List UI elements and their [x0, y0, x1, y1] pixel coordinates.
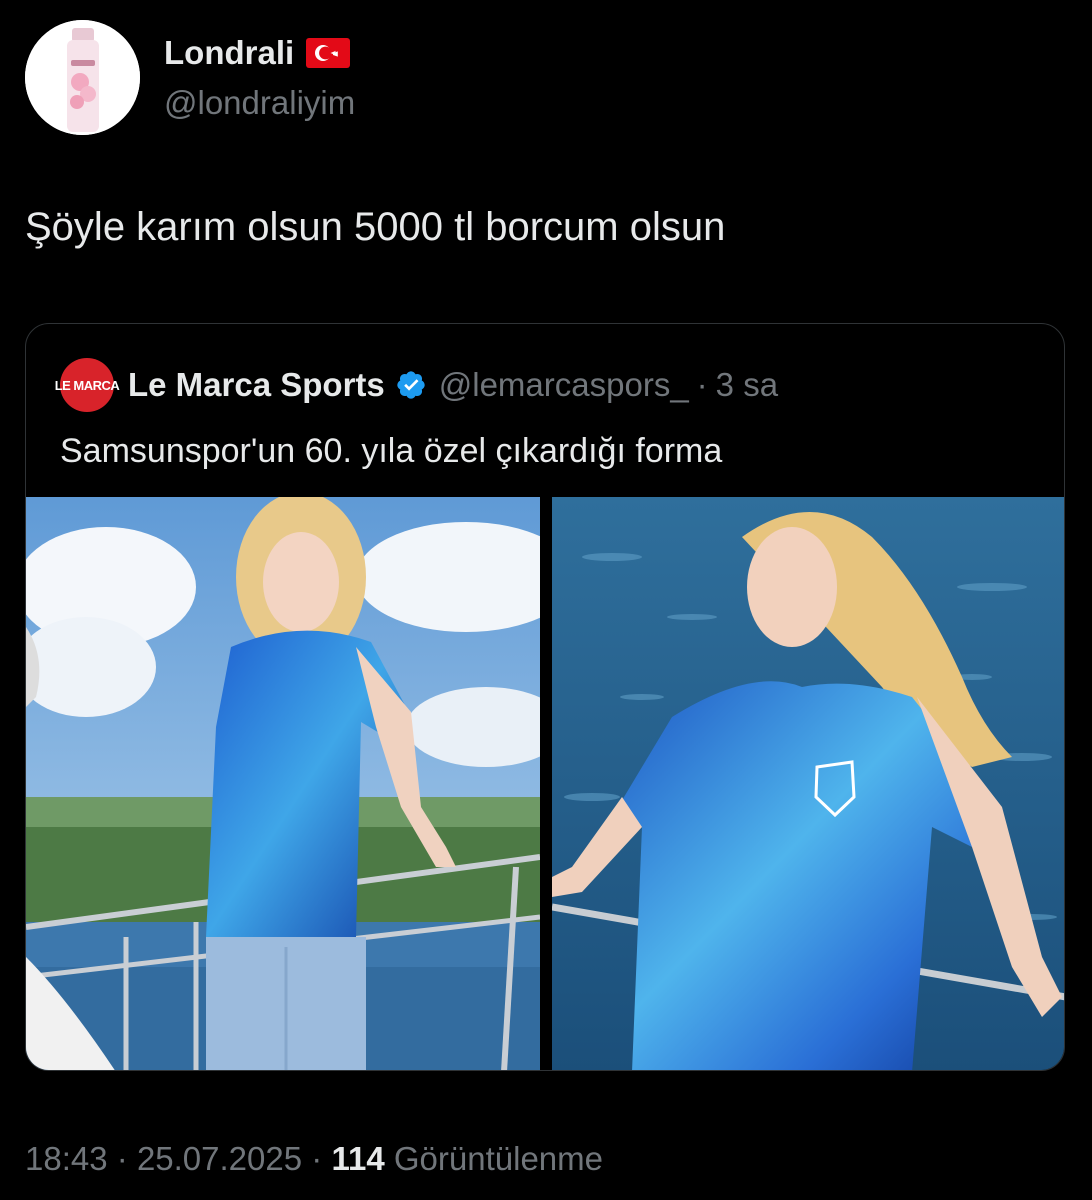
quoted-tweet-text: Samsunspor'un 60. yıla özel çıkardığı fo… — [60, 432, 723, 470]
tweet-meta: 18:43 · 25.07.2025 · 114 Görüntülenme — [25, 1140, 603, 1178]
le-marca-logo[interactable]: LE MARCA — [55, 358, 120, 412]
separator-dot: · — [696, 366, 708, 403]
photo-woman-jersey-sky — [26, 497, 540, 1070]
logo-text: LE MARCA — [54, 377, 120, 393]
quoted-tweet-time[interactable]: 3 sa — [716, 366, 778, 404]
separator-dot: · — [311, 1140, 323, 1177]
perfume-bottle-icon — [25, 20, 140, 135]
tweet-text: Şöyle karım olsun 5000 tl borcum olsun — [25, 205, 726, 249]
avatar[interactable] — [25, 20, 140, 135]
tweet-time[interactable]: 18:43 — [25, 1140, 108, 1177]
quoted-tweet-media — [26, 497, 1064, 1070]
author-name[interactable]: Londrali — [164, 34, 294, 72]
photo-1[interactable] — [26, 497, 540, 1070]
verified-badge-icon — [397, 371, 425, 399]
tweet-date[interactable]: 25.07.2025 — [137, 1140, 302, 1177]
views-count: 114 — [331, 1140, 385, 1177]
author-handle[interactable]: @londraliyim — [164, 84, 355, 122]
separator-dot: · — [116, 1140, 128, 1177]
quoted-tweet-header: LE MARCA Le Marca Sports @lemarcaspors_ … — [55, 358, 778, 412]
turkey-flag-icon — [306, 38, 351, 68]
quoted-author-name[interactable]: Le Marca Sports — [128, 366, 385, 404]
quoted-tweet[interactable]: LE MARCA Le Marca Sports @lemarcaspors_ … — [25, 323, 1065, 1071]
tweet-author: Londrali @londraliyim — [164, 34, 355, 122]
quoted-author-handle[interactable]: @lemarcaspors_ — [439, 366, 689, 404]
photo-2[interactable] — [552, 497, 1064, 1070]
photo-woman-jersey-sea — [552, 497, 1064, 1070]
views-label: Görüntülenme — [393, 1140, 603, 1177]
